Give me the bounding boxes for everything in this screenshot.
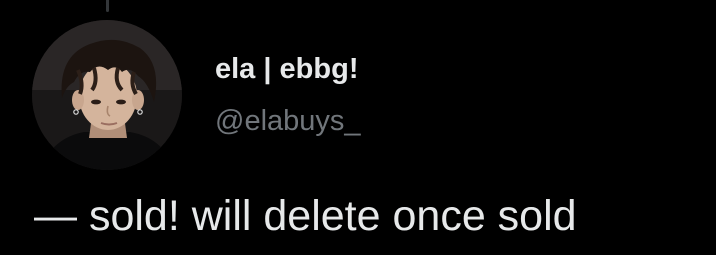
tweet[interactable]: ela | ebbg! @elabuys_ — sold! will delet… xyxy=(0,0,716,255)
tweet-author: ela | ebbg! @elabuys_ xyxy=(215,52,361,138)
author-handle[interactable]: @elabuys_ xyxy=(215,104,361,138)
author-display-name[interactable]: ela | ebbg! xyxy=(215,52,361,86)
avatar[interactable] xyxy=(32,20,182,170)
avatar-image xyxy=(32,20,182,170)
tweet-text: — sold! will delete once sold xyxy=(34,192,577,240)
